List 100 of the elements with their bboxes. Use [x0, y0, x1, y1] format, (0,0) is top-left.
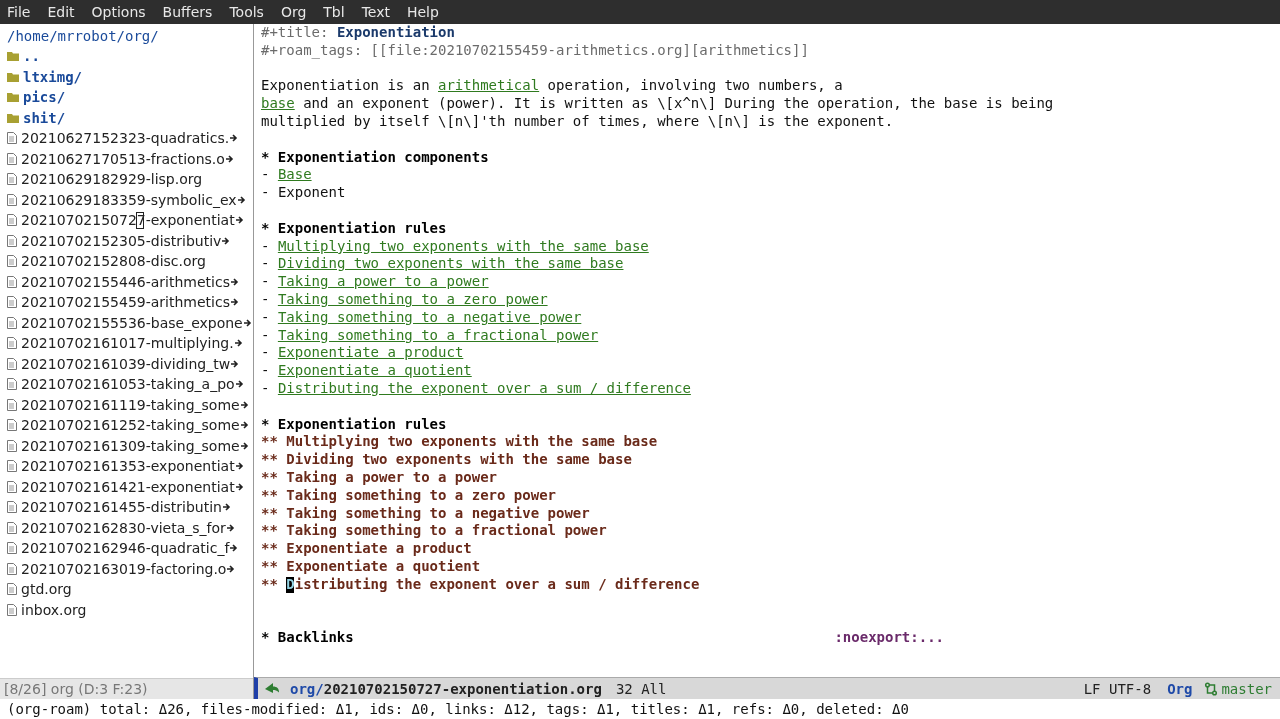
keyword-label: #+roam_tags:: [261, 41, 363, 58]
heading-marker: **: [261, 468, 278, 485]
menu-item[interactable]: Text: [361, 4, 390, 20]
folder-icon: [7, 92, 19, 103]
file-entry[interactable]: 20210702161053-taking_a_po: [21, 375, 235, 394]
encoding: LF UTF-8: [1083, 680, 1152, 697]
document-icon: [7, 316, 17, 329]
file-entry[interactable]: 20210702161039-dividing_tw: [21, 354, 231, 373]
echo-area: (org-roam) total: Δ26, files-modified: Δ1, ids: Δ0, links: Δ12, tags: Δ1, titles: Δ1, refs: Δ0, deleted: Δ0: [0, 699, 1280, 719]
heading-marker: **: [261, 451, 278, 468]
heading-marker: **: [261, 557, 278, 574]
folder-icon: [7, 71, 19, 82]
document-icon: [7, 480, 17, 493]
file-entry[interactable]: 20210627152323-quadratics.: [21, 129, 230, 148]
link[interactable]: Taking something to a negative power: [277, 308, 582, 325]
heading-marker: **: [261, 433, 278, 450]
file-entry[interactable]: 20210702161421-exponentiat: [21, 477, 235, 496]
document-icon: [7, 152, 17, 165]
link[interactable]: Taking something to a fractional power: [277, 326, 599, 343]
file-entry[interactable]: 20210702163019-factoring.o: [21, 559, 227, 578]
menu-item[interactable]: Edit: [47, 4, 75, 20]
link[interactable]: Distributing the exponent over a sum / difference: [277, 379, 691, 396]
document-icon: [7, 255, 17, 268]
list-bullet: -: [261, 273, 270, 290]
file-entry[interactable]: 20210629183359-symbolic_ex: [21, 190, 237, 209]
document-icon: [7, 603, 17, 616]
document-icon: [7, 357, 17, 370]
document-icon: [7, 193, 17, 206]
file-entry[interactable]: 20210702155536-base_expone: [21, 313, 243, 332]
file-entry[interactable]: 20210702152808-disc.org: [21, 252, 206, 271]
document-icon: [7, 132, 17, 145]
list-bullet: -: [261, 308, 270, 325]
document-icon: [7, 234, 17, 247]
list-bullet: -: [261, 184, 270, 201]
file-entry[interactable]: 20210702161119-taking_some: [21, 395, 240, 414]
link[interactable]: arithmetical: [438, 77, 540, 94]
heading-marker: **: [261, 575, 278, 592]
folder-entry[interactable]: ..: [23, 47, 40, 66]
subheading: Taking something to a fractional power: [286, 522, 607, 539]
file-name: 20210702150727-exponentiation.org: [323, 680, 602, 697]
list-item: Exponent: [277, 184, 346, 201]
folder-icon: [7, 51, 19, 62]
git-branch-icon: [1204, 681, 1219, 696]
file-entry[interactable]: 20210702161455-distributin: [21, 498, 222, 517]
file-entry[interactable]: inbox.org: [21, 600, 87, 619]
link[interactable]: Taking something to a zero power: [277, 290, 548, 307]
file-entry[interactable]: 20210702155446-arithmetics: [21, 272, 230, 291]
link[interactable]: Taking a power to a power: [277, 273, 489, 290]
menu-item[interactable]: Help: [406, 4, 439, 20]
file-entry[interactable]: 20210702161309-taking_some: [21, 436, 240, 455]
menu-item[interactable]: File: [7, 4, 31, 20]
file-entry[interactable]: 20210627170513-fractions.o: [21, 149, 225, 168]
file-entry[interactable]: 20210702152305-distributiv: [21, 231, 222, 250]
link[interactable]: Dividing two exponents with the same base: [277, 255, 624, 272]
file-entry[interactable]: gtd.org: [21, 580, 72, 599]
list-bullet: -: [261, 379, 270, 396]
link[interactable]: Multiplying two exponents with the same base: [277, 237, 649, 254]
heading-marker: **: [261, 522, 278, 539]
folder-entry[interactable]: shit/: [23, 108, 66, 127]
folder-entry[interactable]: ltximg/: [23, 67, 82, 86]
document-icon: [7, 296, 17, 309]
major-mode: Org: [1167, 680, 1193, 697]
subheading: Exponentiate a product: [286, 540, 472, 557]
document-icon: [7, 378, 17, 391]
file-entry[interactable]: 20210629182929-lisp.org: [21, 170, 203, 189]
document-icon: [7, 214, 17, 227]
link[interactable]: Exponentiate a product: [277, 344, 464, 361]
heading-marker: **: [261, 486, 278, 503]
menu-item[interactable]: Tools: [229, 4, 264, 20]
folder-entry[interactable]: pics/: [23, 88, 66, 107]
file-entry[interactable]: 20210702162946-quadratic_f: [21, 539, 230, 558]
heading-marker: **: [261, 504, 278, 521]
file-entry[interactable]: 20210702161252-taking_some: [21, 416, 240, 435]
buffer-position: 32 All: [615, 680, 667, 697]
link[interactable]: base: [261, 95, 295, 112]
heading: * Exponentiation rules: [261, 415, 447, 432]
subheading: Taking a power to a power: [286, 468, 497, 485]
list-bullet: -: [261, 166, 270, 183]
keyword-label: #+title:: [261, 24, 329, 40]
heading: * Exponentiation rules: [261, 219, 447, 236]
link[interactable]: Exponentiate a quotient: [277, 362, 472, 379]
menu-item[interactable]: Tbl: [323, 4, 345, 20]
document-icon: [7, 501, 17, 514]
menu-item[interactable]: Org: [280, 4, 307, 20]
subheading: Dividing two exponents with the same base: [286, 451, 632, 468]
document-icon: [7, 562, 17, 575]
directory-path: /home/mrrobot/org/: [7, 27, 159, 46]
file-entry[interactable]: 20210702161353-exponentiat: [21, 457, 235, 476]
heading-tag: :noexport:...: [834, 629, 944, 647]
document-icon: [7, 419, 17, 432]
menu-item[interactable]: Options: [91, 4, 146, 20]
link[interactable]: Base: [277, 166, 312, 183]
file-entry[interactable]: 20210702161017-multiplying.: [21, 334, 234, 353]
file-entry[interactable]: 20210702155459-arithmetics: [21, 293, 230, 312]
heading: * Backlinks: [261, 629, 354, 647]
subheading: Multiplying two exponents with the same base: [286, 433, 658, 450]
file-entry[interactable]: 20210702162830-vieta_s_for: [21, 518, 226, 537]
menu-item[interactable]: Buffers: [162, 4, 213, 20]
git-branch: master: [1221, 680, 1272, 697]
list-bullet: -: [261, 362, 270, 379]
